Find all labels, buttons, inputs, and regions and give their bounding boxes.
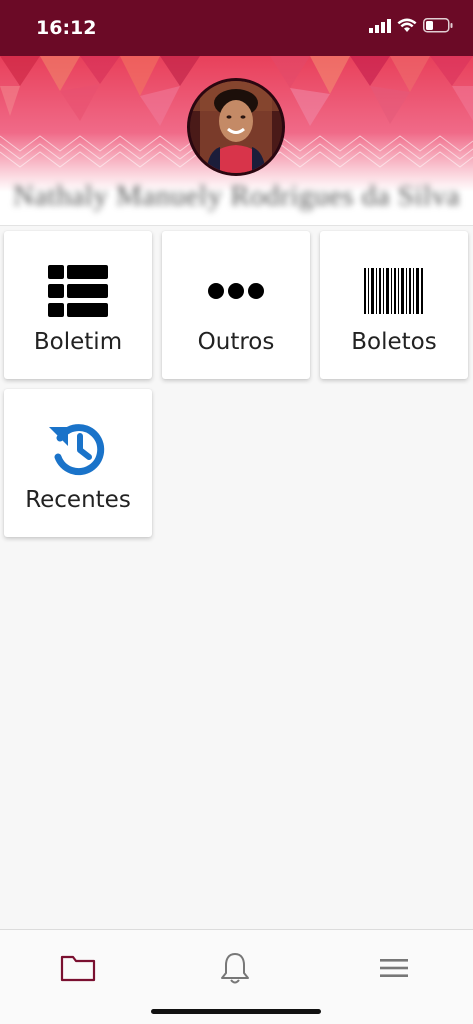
tile-icon-wrap xyxy=(4,419,152,479)
avatar[interactable] xyxy=(187,78,285,176)
bell-icon xyxy=(221,953,249,984)
tile-outros[interactable]: Outros xyxy=(162,231,310,379)
wifi-icon xyxy=(397,18,417,32)
menu-icon xyxy=(380,959,408,977)
tile-recentes[interactable]: Recentes xyxy=(4,389,152,537)
status-icons xyxy=(369,18,453,33)
tile-boletim[interactable]: Boletim xyxy=(4,231,152,379)
nav-item-folder[interactable] xyxy=(48,948,108,988)
status-bar: 16:12 xyxy=(0,0,473,56)
tile-label: Recentes xyxy=(25,487,131,513)
battery-icon xyxy=(423,18,453,33)
tile-boletos[interactable]: Boletos xyxy=(320,231,468,379)
signal-icon xyxy=(369,18,391,33)
folder-icon xyxy=(60,955,96,982)
barcode-icon xyxy=(364,268,423,314)
nav-item-menu[interactable] xyxy=(364,948,424,988)
history-icon xyxy=(49,424,105,476)
tile-label: Boletos xyxy=(351,329,437,355)
user-name: Nathaly Manuely Rodrigues da Silva xyxy=(12,180,461,212)
avatar-photo xyxy=(190,81,282,173)
tile-icon-wrap xyxy=(4,261,152,321)
tile-label: Boletim xyxy=(33,329,123,355)
more-dots-icon xyxy=(208,283,264,299)
home-indicator xyxy=(151,1009,321,1014)
table-list-icon xyxy=(48,265,108,317)
status-time: 16:12 xyxy=(36,17,97,39)
tile-icon-wrap xyxy=(320,261,468,321)
tile-label: Outros xyxy=(197,329,275,355)
nav-item-notifications[interactable] xyxy=(205,948,265,988)
tile-icon-wrap xyxy=(162,261,310,321)
header-divider xyxy=(0,225,473,226)
